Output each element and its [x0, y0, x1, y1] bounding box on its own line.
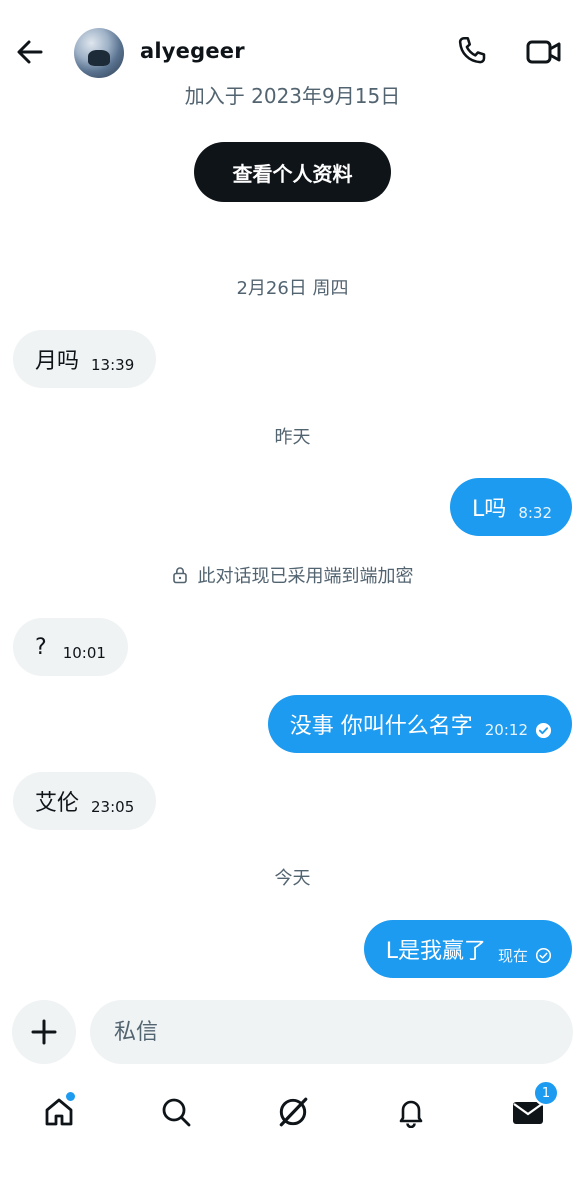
- encryption-text: 此对话现已采用端到端加密: [197, 566, 414, 587]
- tab-messages[interactable]: 1: [508, 1080, 559, 1132]
- encryption-notice: 此对话现已采用端到端加密: [0, 562, 585, 588]
- grok-icon: [279, 1097, 308, 1127]
- tab-home[interactable]: [39, 1090, 79, 1132]
- message-input[interactable]: [90, 1000, 573, 1064]
- call-button[interactable]: [454, 33, 490, 69]
- home-notification-dot: [64, 1090, 77, 1103]
- back-button[interactable]: [12, 34, 48, 70]
- message-bubble-incoming[interactable]: 艾伦 23:05: [13, 772, 157, 830]
- message-text: L吗: [472, 497, 507, 522]
- joined-date: 加入于 2023年9月15日: [184, 84, 401, 108]
- tab-search[interactable]: [156, 1092, 196, 1132]
- read-check-icon: [535, 722, 552, 738]
- view-profile-button[interactable]: 查看个人资料: [194, 142, 391, 202]
- message-bubble-incoming[interactable]: ? 10:01: [13, 618, 128, 676]
- arrow-left-icon: [17, 40, 43, 64]
- avatar[interactable]: [74, 28, 124, 78]
- sent-check-icon: [535, 947, 552, 963]
- message-text: L是我赢了: [385, 939, 486, 964]
- date-separator-today: 今天: [274, 868, 311, 889]
- message-time: 现在: [497, 946, 528, 965]
- date-separator: 2月26日 周四: [236, 278, 349, 299]
- username[interactable]: alyegeer: [140, 39, 245, 63]
- message-time: 20:12: [484, 721, 528, 739]
- message-bubble-incoming[interactable]: 月吗 13:39: [13, 330, 157, 388]
- message-bubble-outgoing[interactable]: L是我赢了 现在: [363, 920, 572, 978]
- message-text: ?: [35, 634, 47, 660]
- message-composer: [12, 1000, 573, 1064]
- lock-icon: [172, 567, 187, 584]
- message-time: 8:32: [518, 504, 552, 522]
- tab-grok[interactable]: [273, 1092, 313, 1132]
- message-bubble-outgoing[interactable]: 没事 你叫什么名字 20:12: [267, 695, 572, 753]
- message-time: 10:01: [62, 644, 106, 662]
- plus-icon: [31, 1019, 57, 1045]
- bottom-tab-bar: 1: [0, 1080, 585, 1150]
- add-media-button[interactable]: [12, 1000, 76, 1064]
- date-separator-yesterday: 昨天: [274, 427, 311, 448]
- bell-icon: [399, 1100, 423, 1128]
- tab-notifications[interactable]: [391, 1092, 431, 1132]
- message-text: 月吗: [35, 349, 80, 374]
- video-call-button[interactable]: [524, 34, 564, 70]
- message-time: 23:05: [91, 798, 135, 816]
- phone-icon: [458, 36, 486, 64]
- message-time: 13:39: [91, 356, 135, 374]
- messages-unread-badge: 1: [533, 1080, 559, 1106]
- search-icon: [162, 1098, 191, 1127]
- message-text: 艾伦: [35, 791, 80, 816]
- message-bubble-outgoing[interactable]: L吗 8:32: [450, 478, 572, 536]
- message-text: 没事 你叫什么名字: [289, 714, 473, 739]
- video-camera-icon: [526, 40, 561, 64]
